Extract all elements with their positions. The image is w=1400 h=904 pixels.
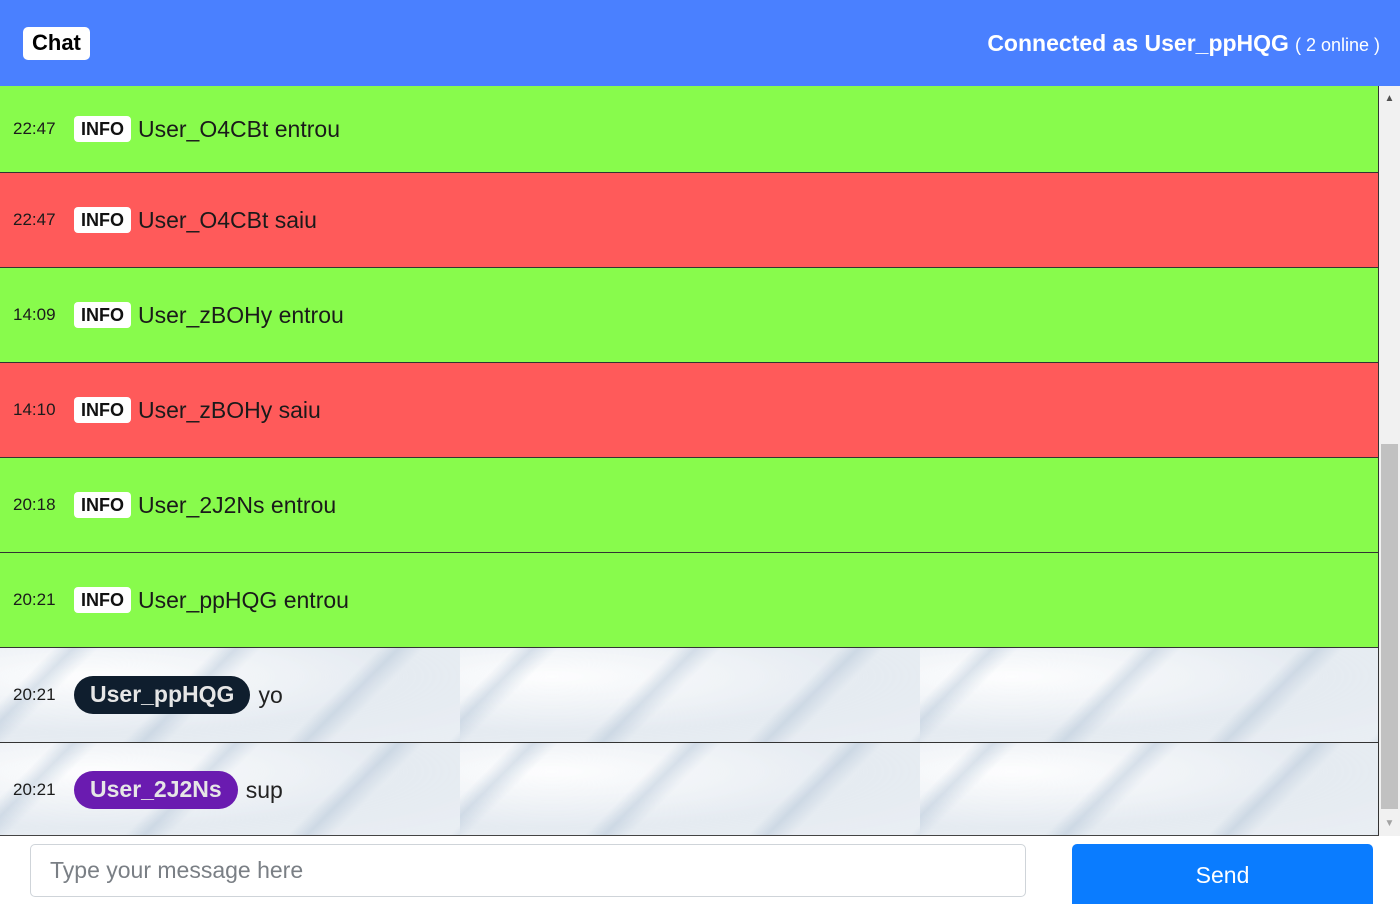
message-time: 20:21 [13, 780, 56, 799]
user-badge: User_ppHQG [74, 676, 251, 714]
message-time: 20:21 [13, 590, 56, 609]
info-badge: INFO [74, 116, 131, 142]
message-row: 14:10 INFO User_zBOHy saiu [0, 363, 1379, 458]
message-time: 14:09 [13, 305, 56, 324]
message-text: yo [258, 681, 283, 708]
message-text: User_O4CBt entrou [138, 115, 340, 142]
info-badge: INFO [74, 492, 131, 518]
online-count: ( 2 online ) [1294, 34, 1380, 55]
info-badge: INFO [74, 302, 131, 328]
info-badge: INFO [74, 397, 131, 423]
message-row: 20:21 User_ppHQG yo [0, 648, 1379, 743]
message-row: 20:18 INFO User_2J2Ns entrou [0, 458, 1379, 553]
message-row: 20:21 User_2J2Ns sup [0, 743, 1379, 835]
message-time: 14:10 [13, 400, 56, 419]
message-row: 20:21 INFO User_ppHQG entrou [0, 553, 1379, 648]
message-row: 22:47 INFO User_O4CBt entrou [0, 86, 1379, 173]
chat-brand: Chat [23, 26, 90, 60]
message-text: User_2J2Ns entrou [138, 491, 337, 518]
message-list[interactable]: 22:47 INFO User_O4CBt entrou 22:47 INFO … [0, 86, 1379, 836]
message-text: User_O4CBt saiu [138, 206, 317, 233]
user-badge: User_2J2Ns [74, 771, 238, 809]
message-time: 22:47 [13, 119, 56, 138]
message-row: 14:09 INFO User_zBOHy entrou [0, 268, 1379, 363]
info-badge: INFO [74, 587, 131, 613]
connection-status: Connected as User_ppHQG ( 2 online ) [987, 30, 1380, 57]
scrollbar-thumb[interactable] [1381, 444, 1398, 809]
message-composer: Send [0, 836, 1400, 904]
info-badge: INFO [74, 207, 131, 233]
send-button[interactable]: Send [1072, 844, 1373, 904]
app-header: Chat Connected as User_ppHQG ( 2 online … [0, 0, 1400, 86]
message-time: 20:21 [13, 685, 56, 704]
message-text: User_zBOHy saiu [138, 396, 321, 423]
message-scrollbar[interactable]: ▲ ▼ [1379, 86, 1400, 836]
arrow-up-icon[interactable]: ▲ [1379, 90, 1400, 107]
message-text: User_zBOHy entrou [138, 301, 344, 328]
message-input[interactable] [30, 844, 1026, 897]
message-time: 20:18 [13, 495, 56, 514]
message-text: sup [245, 776, 283, 803]
connected-user-label: Connected as User_ppHQG [987, 29, 1289, 56]
arrow-down-icon[interactable]: ▼ [1379, 815, 1400, 832]
message-text: User_ppHQG entrou [138, 586, 349, 613]
message-row: 22:47 INFO User_O4CBt saiu [0, 173, 1379, 268]
message-time: 22:47 [13, 210, 56, 229]
